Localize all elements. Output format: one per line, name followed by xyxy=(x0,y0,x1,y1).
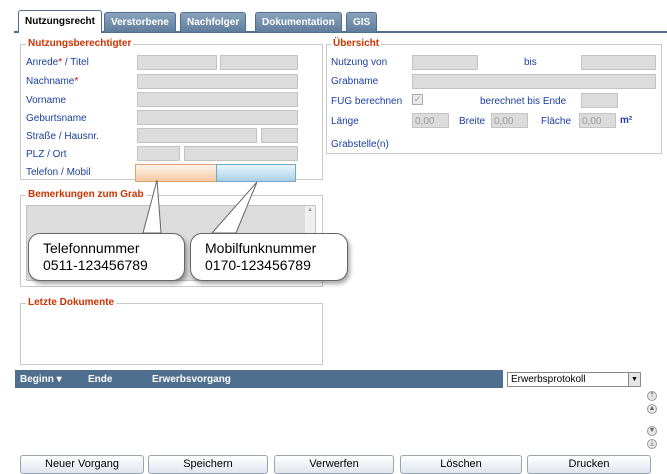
mobile-callout-pointer xyxy=(210,181,258,234)
verwerfen-button[interactable]: Verwerfen xyxy=(274,455,394,474)
mobile-callout: Mobilfunknummer 0170-123456789 xyxy=(190,233,348,281)
scroll-top-icon[interactable]: ⤒ xyxy=(647,391,657,401)
protocol-select-value: Erwerbsprotokoll xyxy=(511,374,586,385)
neuer-vorgang-button[interactable]: Neuer Vorgang xyxy=(20,455,144,474)
speichern-button[interactable]: Speichern xyxy=(148,455,268,474)
drucken-button[interactable]: Drucken xyxy=(527,455,651,474)
scroll-bottom-icon[interactable]: ⤓ xyxy=(647,439,657,449)
phone-callout: Telefonnummer 0511-123456789 xyxy=(28,233,185,281)
phone-callout-number: 0511-123456789 xyxy=(43,257,148,273)
mobile-callout-number: 0170-123456789 xyxy=(205,257,311,273)
column-beginn[interactable]: Beginn ▾ xyxy=(20,374,62,385)
mobile-callout-title: Mobilfunknummer xyxy=(205,240,317,256)
chevron-down-icon[interactable]: ▼ xyxy=(628,373,640,386)
sort-down-icon: ▾ xyxy=(56,374,62,385)
scroll-up-icon[interactable]: ▲ xyxy=(647,404,657,414)
column-ende[interactable]: Ende xyxy=(88,374,112,385)
phone-callout-title: Telefonnummer xyxy=(43,240,140,256)
scroll-down-icon[interactable]: ▼ xyxy=(647,426,657,436)
loeschen-button[interactable]: Löschen xyxy=(400,455,522,474)
phone-callout-pointer xyxy=(142,179,162,234)
protocol-select[interactable]: Erwerbsprotokoll ▼ xyxy=(507,372,641,387)
column-erwerbsvorgang[interactable]: Erwerbsvorgang xyxy=(152,374,231,385)
